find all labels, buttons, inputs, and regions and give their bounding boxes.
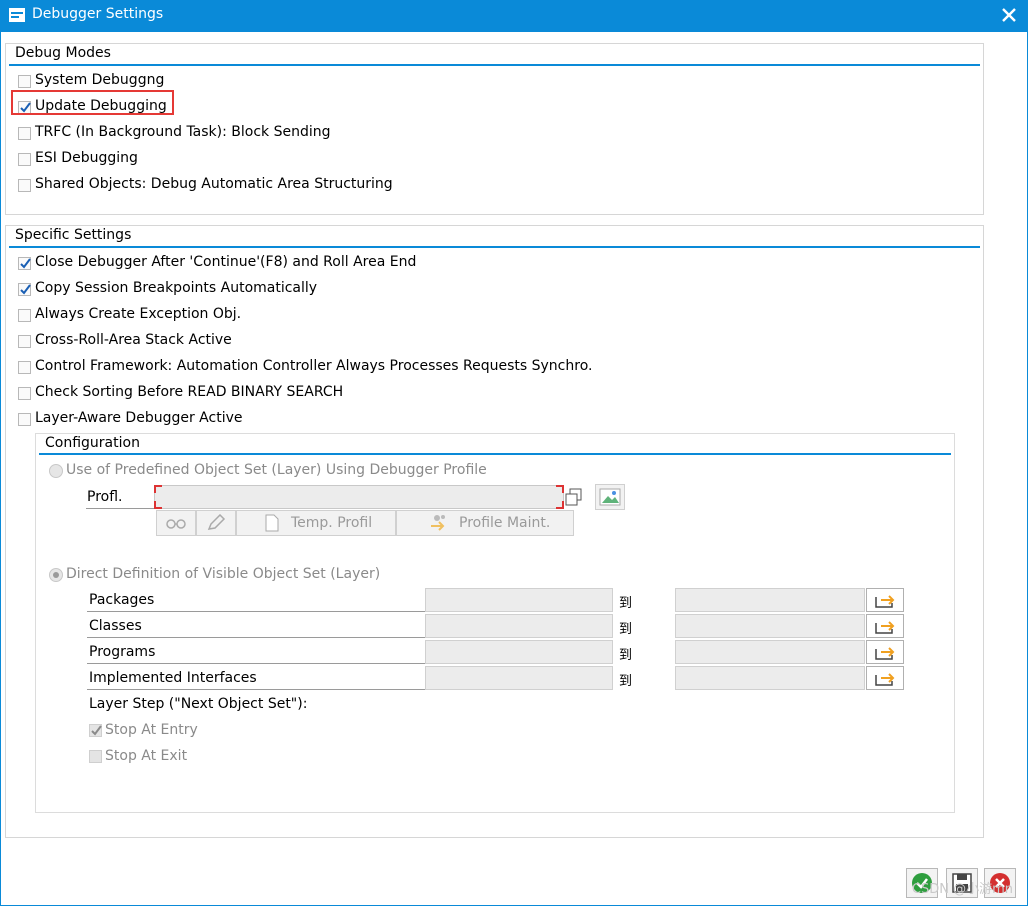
value-help-icon[interactable] — [565, 488, 583, 506]
range-to-input[interactable] — [675, 588, 865, 612]
range-label: Classes — [89, 618, 142, 634]
stop-at-exit-checkbox[interactable] — [89, 750, 102, 763]
range-from-input[interactable] — [425, 614, 613, 638]
stop-at-exit-label: Stop At Exit — [105, 748, 188, 764]
range-to-input[interactable] — [675, 666, 865, 690]
range-to-label: 到 — [619, 674, 633, 689]
multiple-selection-button[interactable] — [866, 640, 904, 664]
range-to-label: 到 — [619, 622, 633, 637]
profile-label: Profl. — [87, 489, 123, 505]
range-underline — [87, 689, 425, 690]
range-to-label: 到 — [619, 596, 633, 611]
debug-modes-title: Debug Modes — [15, 45, 111, 61]
group-divider — [9, 246, 980, 248]
configuration-title: Configuration — [45, 435, 140, 451]
debug-mode-checkbox[interactable] — [18, 153, 31, 166]
multiple-selection-button[interactable] — [866, 614, 904, 638]
debug-mode-checkbox[interactable] — [18, 179, 31, 192]
multiple-selection-button[interactable] — [866, 666, 904, 690]
debug-mode-label: System Debuggng — [35, 72, 165, 88]
range-from-input[interactable] — [425, 588, 613, 612]
watermark: CSDN @小游mn — [911, 882, 1013, 897]
setting-label: Control Framework: Automation Controller… — [35, 358, 593, 374]
debugger-settings-window: Debugger Settings Debug Modes System Deb… — [0, 0, 1028, 906]
setting-label: Copy Session Breakpoints Automatically — [35, 280, 318, 296]
debug-mode-label: TRFC (In Background Task): Block Sending — [35, 124, 331, 140]
range-from-input[interactable] — [425, 640, 613, 664]
debug-mode-label: ESI Debugging — [35, 150, 138, 166]
specific-settings-title: Specific Settings — [15, 227, 132, 243]
setting-label: Cross-Roll-Area Stack Active — [35, 332, 232, 348]
debug-mode-checkbox[interactable] — [18, 75, 31, 88]
group-divider — [9, 64, 980, 66]
dialog-content: Debug Modes System Debuggng Update Debugg… — [1, 32, 1027, 905]
setting-checkbox[interactable] — [18, 413, 31, 426]
edit-button[interactable] — [196, 510, 236, 536]
setting-label: Check Sorting Before READ BINARY SEARCH — [35, 384, 344, 400]
setting-checkbox[interactable] — [18, 257, 31, 270]
close-icon[interactable] — [998, 3, 1020, 27]
profile-maint-label: Profile Maint. — [459, 515, 551, 531]
temp-profil-label: Temp. Profil — [291, 515, 373, 531]
range-label: Packages — [89, 592, 155, 608]
window-icon — [9, 8, 25, 22]
title-bar: Debugger Settings — [0, 0, 1028, 32]
range-underline — [87, 611, 425, 612]
setting-checkbox[interactable] — [18, 361, 31, 374]
window-title: Debugger Settings — [32, 6, 164, 22]
debug-mode-checkbox[interactable] — [18, 127, 31, 140]
temp-profil-button[interactable]: Temp. Profil — [236, 510, 396, 536]
range-to-label: 到 — [619, 648, 633, 663]
range-label: Programs — [89, 644, 156, 660]
setting-label: Close Debugger After 'Continue'(F8) and … — [35, 254, 417, 270]
direct-option-label: Direct Definition of Visible Object Set … — [66, 566, 381, 582]
range-to-input[interactable] — [675, 614, 865, 638]
profile-input[interactable] — [154, 485, 564, 509]
range-underline — [87, 663, 425, 664]
image-button[interactable] — [595, 484, 625, 510]
range-label: Implemented Interfaces — [89, 670, 257, 686]
stop-at-entry-checkbox[interactable] — [89, 724, 102, 737]
range-to-input[interactable] — [675, 640, 865, 664]
setting-checkbox[interactable] — [18, 387, 31, 400]
debug-mode-label: Shared Objects: Debug Automatic Area Str… — [35, 176, 393, 192]
setting-checkbox[interactable] — [18, 283, 31, 296]
layer-step-label: Layer Step ("Next Object Set"): — [89, 696, 308, 712]
profile-maint-button[interactable]: Profile Maint. — [396, 510, 574, 536]
direct-radio[interactable] — [49, 568, 63, 582]
setting-checkbox[interactable] — [18, 335, 31, 348]
group-divider — [39, 453, 951, 455]
predefined-option-label: Use of Predefined Object Set (Layer) Usi… — [66, 462, 487, 478]
profile-underline — [86, 508, 154, 509]
setting-label: Layer-Aware Debugger Active — [35, 410, 243, 426]
predefined-radio[interactable] — [49, 464, 63, 478]
highlight-box — [11, 90, 174, 115]
stop-at-entry-label: Stop At Entry — [105, 722, 198, 738]
display-button[interactable] — [156, 510, 196, 536]
setting-checkbox[interactable] — [18, 309, 31, 322]
multiple-selection-button[interactable] — [866, 588, 904, 612]
range-from-input[interactable] — [425, 666, 613, 690]
setting-label: Always Create Exception Obj. — [35, 306, 242, 322]
range-underline — [87, 637, 425, 638]
